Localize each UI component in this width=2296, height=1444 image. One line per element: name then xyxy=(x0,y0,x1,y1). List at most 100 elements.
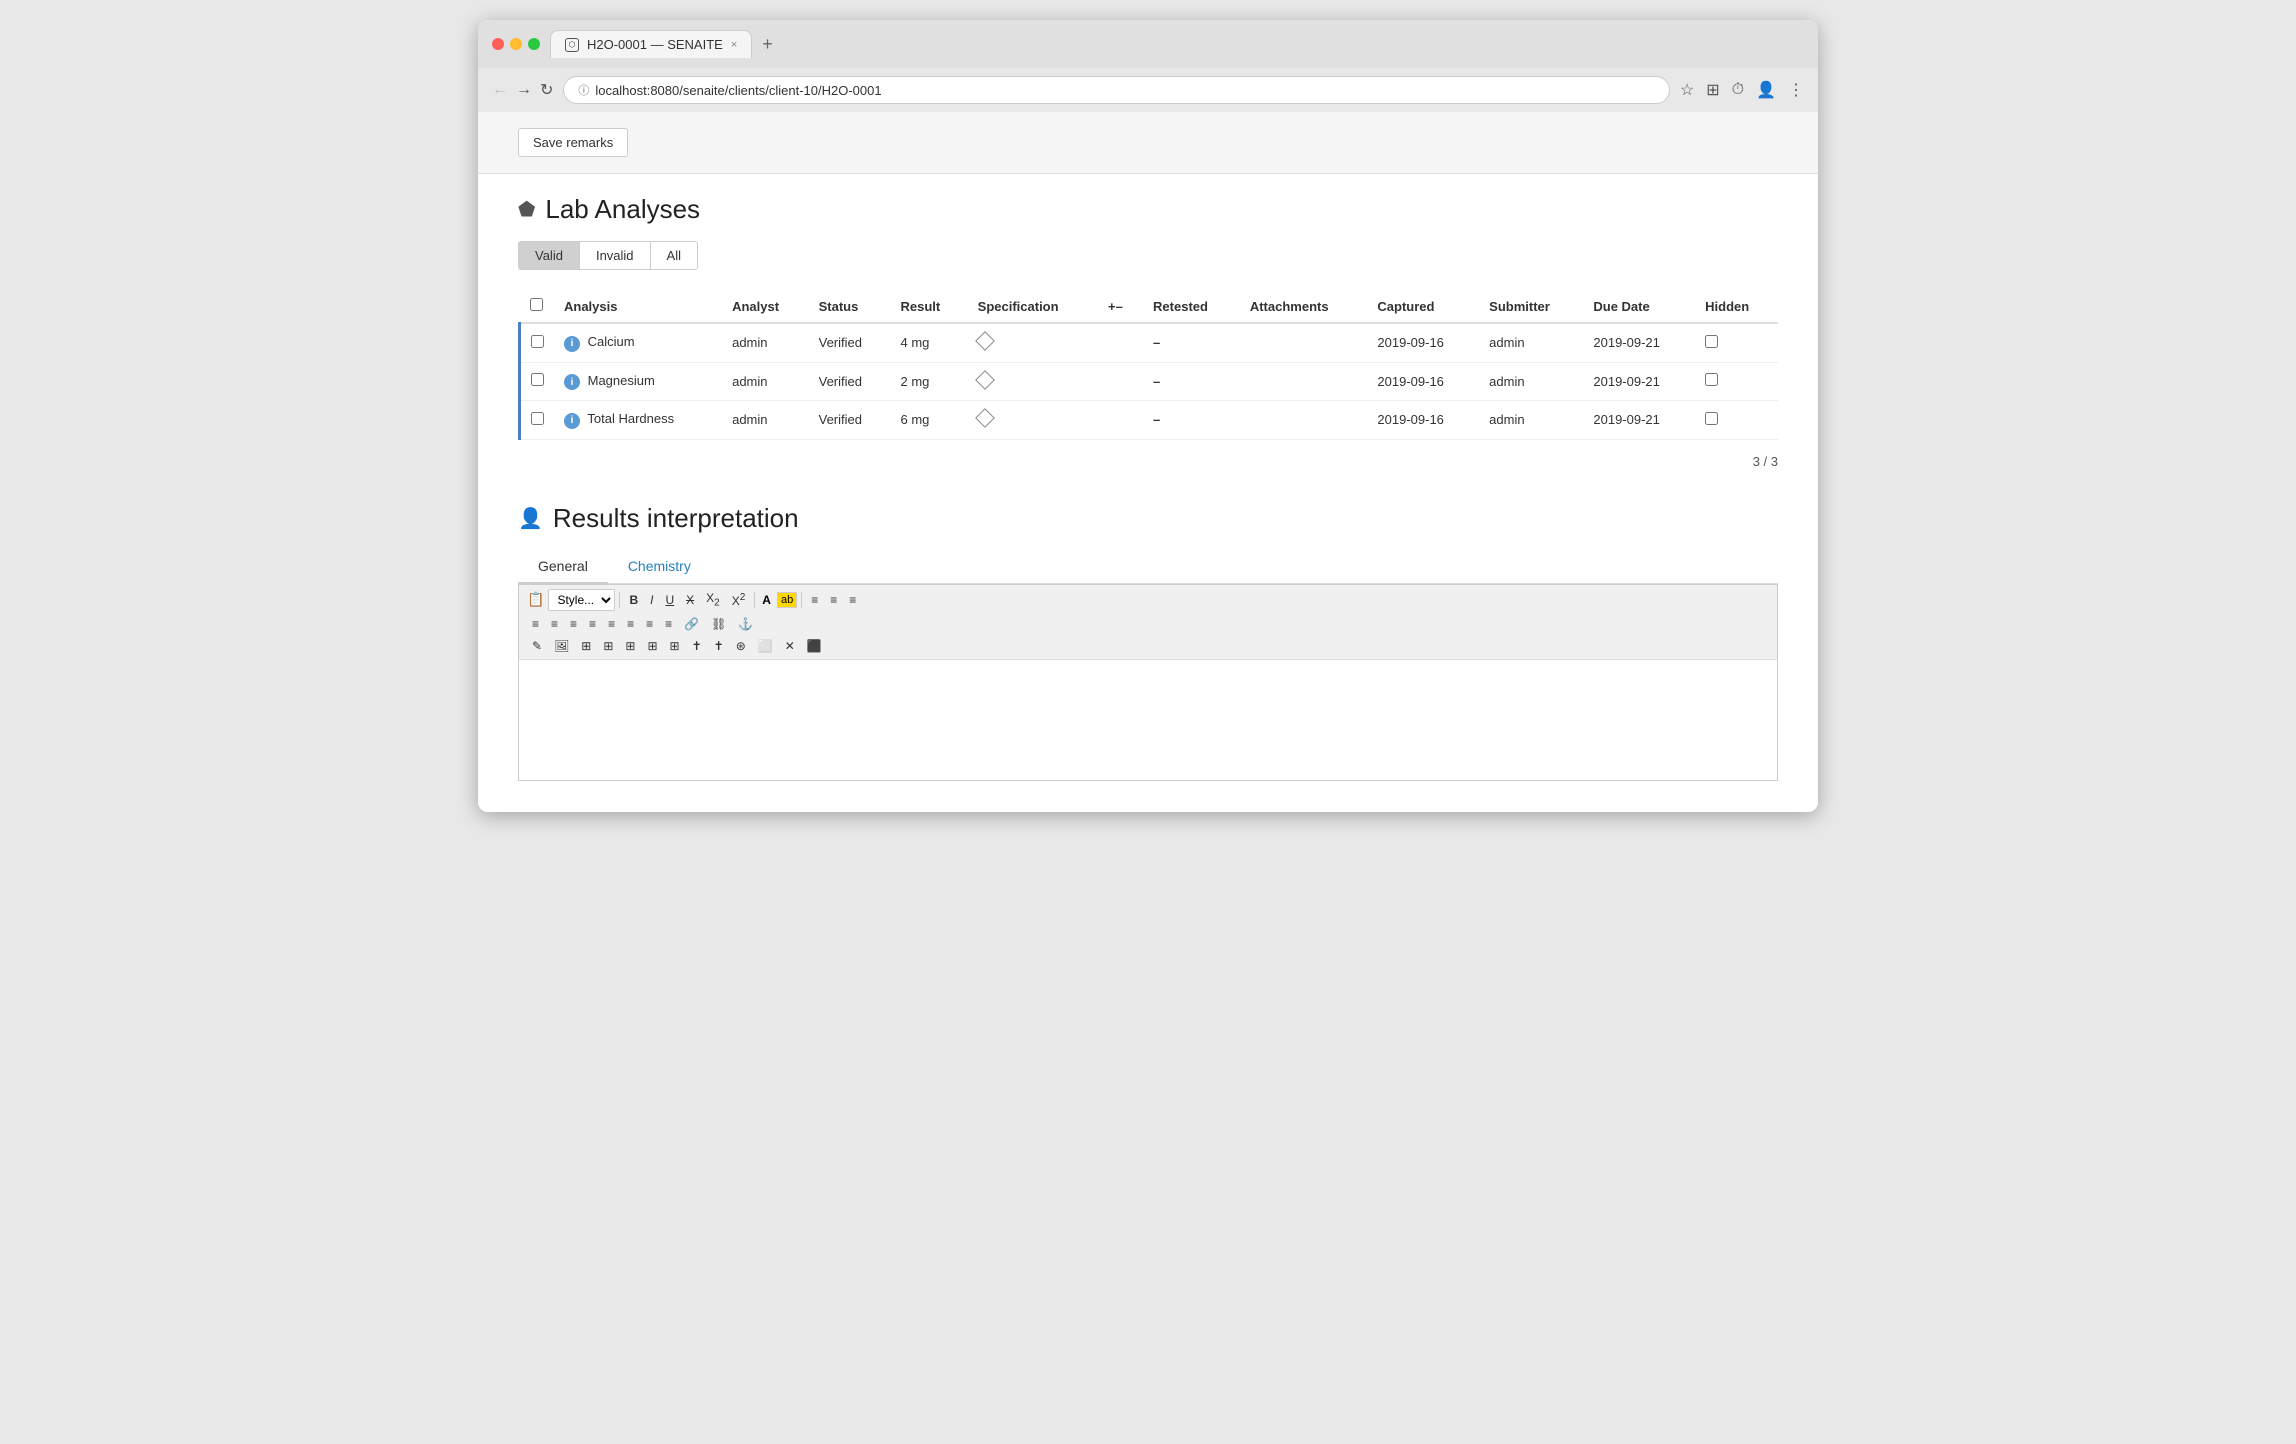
main-content: ⬟ Lab Analyses Valid Invalid All Analysi… xyxy=(478,174,1818,801)
pm-cell xyxy=(1098,323,1143,362)
anchor-button[interactable]: ⚓ xyxy=(733,615,758,633)
style-select[interactable]: Style... xyxy=(548,589,615,611)
new-tab-button[interactable]: + xyxy=(756,34,779,55)
table-row: i Magnesium admin Verified 2 mg – 2019-0… xyxy=(520,362,1779,401)
bold-button[interactable]: B xyxy=(624,591,643,609)
increase-indent-button[interactable]: ≡ xyxy=(584,615,601,633)
align-right-button[interactable]: ≡ xyxy=(844,591,861,609)
toolbar-row-2: ≡ ≡ ≡ ≡ ≡ ≡ ≡ ≡ 🔗 ⛓ ⚓ xyxy=(527,615,1769,633)
due-date-cell: 2019-09-21 xyxy=(1583,362,1695,401)
justify-center-button[interactable]: ≡ xyxy=(622,615,639,633)
table-row-after-button[interactable]: ⊞ xyxy=(620,637,640,655)
info-icon[interactable]: i xyxy=(564,413,580,429)
insert-special-char-button[interactable]: ⊛ xyxy=(731,637,751,655)
justify-left-button[interactable]: ≡ xyxy=(603,615,620,633)
specification-cell xyxy=(968,362,1098,401)
extension-icon-1[interactable]: ⊞ xyxy=(1706,80,1719,100)
forward-button[interactable]: → xyxy=(516,81,532,99)
maximize-window-button[interactable] xyxy=(528,38,540,50)
filter-tab-valid[interactable]: Valid xyxy=(518,241,580,270)
specification-diamond-icon xyxy=(975,331,995,351)
browser-tab[interactable]: ⬡ H2O-0001 — SENAITE × xyxy=(550,30,752,58)
tab-general[interactable]: General xyxy=(518,550,608,584)
lab-analyses-title: Lab Analyses xyxy=(545,194,700,225)
reload-button[interactable]: ↻ xyxy=(540,80,553,100)
editor-body[interactable] xyxy=(519,660,1777,780)
lab-analyses-header: ⬟ Lab Analyses xyxy=(518,194,1778,225)
nav-arrows: ← → ↻ xyxy=(492,80,553,100)
italic-button[interactable]: I xyxy=(645,591,658,609)
row-checkbox[interactable] xyxy=(531,373,544,386)
lab-analyses-icon: ⬟ xyxy=(518,197,535,222)
back-button[interactable]: ← xyxy=(492,81,508,99)
url-text: localhost:8080/senaite/clients/client-10… xyxy=(595,83,881,98)
remove-link-button[interactable]: ⛓ xyxy=(706,615,731,633)
tab-chemistry[interactable]: Chemistry xyxy=(608,550,711,584)
delete-table-col-button[interactable]: ✝ xyxy=(709,637,729,655)
edit-source-button[interactable]: ✎ xyxy=(527,637,547,655)
filter-tab-invalid[interactable]: Invalid xyxy=(580,241,651,270)
retested-cell: – xyxy=(1143,323,1240,362)
tab-close-button[interactable]: × xyxy=(731,39,737,51)
hidden-checkbox[interactable] xyxy=(1705,412,1718,425)
profile-icon[interactable]: 👤 xyxy=(1756,80,1776,100)
strikethrough-button[interactable]: X xyxy=(681,591,699,609)
table-row: i Total Hardness admin Verified 6 mg – 2… xyxy=(520,401,1779,440)
insert-image-button[interactable]: 🖼 xyxy=(549,637,574,655)
underline-button[interactable]: U xyxy=(660,591,679,609)
insert-horizontal-rule-button[interactable]: ⬜ xyxy=(753,637,778,655)
text-color-label: A xyxy=(762,593,771,607)
attachments-cell xyxy=(1240,323,1368,362)
pm-column-header: +– xyxy=(1098,290,1143,323)
maximize-editor-button[interactable]: ⬛ xyxy=(802,637,827,655)
analysis-cell: i Magnesium xyxy=(554,362,722,401)
align-center-button[interactable]: ≡ xyxy=(825,591,842,609)
decrease-indent-button[interactable]: ≡ xyxy=(565,615,582,633)
justify-full-button[interactable]: ≡ xyxy=(660,615,677,633)
row-checkbox[interactable] xyxy=(531,412,544,425)
unordered-list-button[interactable]: ≡ xyxy=(527,615,544,633)
hidden-checkbox[interactable] xyxy=(1705,373,1718,386)
status-column-header: Status xyxy=(809,290,891,323)
extension-icon-2[interactable]: ⏱ xyxy=(1732,81,1744,99)
toolbar-separator xyxy=(619,592,620,608)
minimize-window-button[interactable] xyxy=(510,38,522,50)
table-col-before-button[interactable]: ⊞ xyxy=(642,637,662,655)
captured-cell: 2019-09-16 xyxy=(1367,323,1479,362)
specification-cell xyxy=(968,401,1098,440)
ordered-list-button[interactable]: ≡ xyxy=(546,615,563,633)
row-checkbox[interactable] xyxy=(531,335,544,348)
analysis-name: Magnesium xyxy=(588,373,655,388)
pm-cell xyxy=(1098,362,1143,401)
specification-column-header: Specification xyxy=(968,290,1098,323)
text-color-button[interactable]: A xyxy=(759,591,775,609)
address-bar[interactable]: ⓘ localhost:8080/senaite/clients/client-… xyxy=(563,76,1669,104)
highlight-button[interactable]: ab xyxy=(777,592,797,608)
select-all-header xyxy=(520,290,555,323)
select-all-checkbox[interactable] xyxy=(530,298,543,311)
superscript-button[interactable]: X2 xyxy=(727,590,751,610)
align-left-button[interactable]: ≡ xyxy=(806,591,823,609)
delete-table-row-button[interactable]: ✝ xyxy=(687,637,707,655)
close-window-button[interactable] xyxy=(492,38,504,50)
remove-format-button[interactable]: ✕ xyxy=(780,637,800,655)
info-icon[interactable]: i xyxy=(564,336,580,352)
menu-icon[interactable]: ⋮ xyxy=(1788,80,1804,100)
info-icon[interactable]: i xyxy=(564,374,580,390)
insert-link-button[interactable]: 🔗 xyxy=(679,615,704,633)
save-remarks-button[interactable]: Save remarks xyxy=(518,128,628,157)
table-row-before-button[interactable]: ⊞ xyxy=(598,637,618,655)
result-cell: 2 mg xyxy=(890,362,967,401)
editor-toolbar: 📋 Style... B I U X X2 X2 xyxy=(519,585,1777,660)
hidden-checkbox[interactable] xyxy=(1705,335,1718,348)
results-interpretation-tabs: General Chemistry xyxy=(518,550,1778,584)
table-col-after-button[interactable]: ⊞ xyxy=(665,637,685,655)
toolbar-row-1: 📋 Style... B I U X X2 X2 xyxy=(527,589,1769,611)
justify-right-button[interactable]: ≡ xyxy=(641,615,658,633)
filter-tab-all[interactable]: All xyxy=(651,241,698,270)
retested-cell: – xyxy=(1143,362,1240,401)
subscript-button[interactable]: X2 xyxy=(701,589,725,610)
results-interpretation-section: 👤 Results interpretation General Chemist… xyxy=(518,503,1778,781)
bookmark-icon[interactable]: ☆ xyxy=(1680,80,1694,100)
insert-table-button[interactable]: ⊞ xyxy=(576,637,596,655)
